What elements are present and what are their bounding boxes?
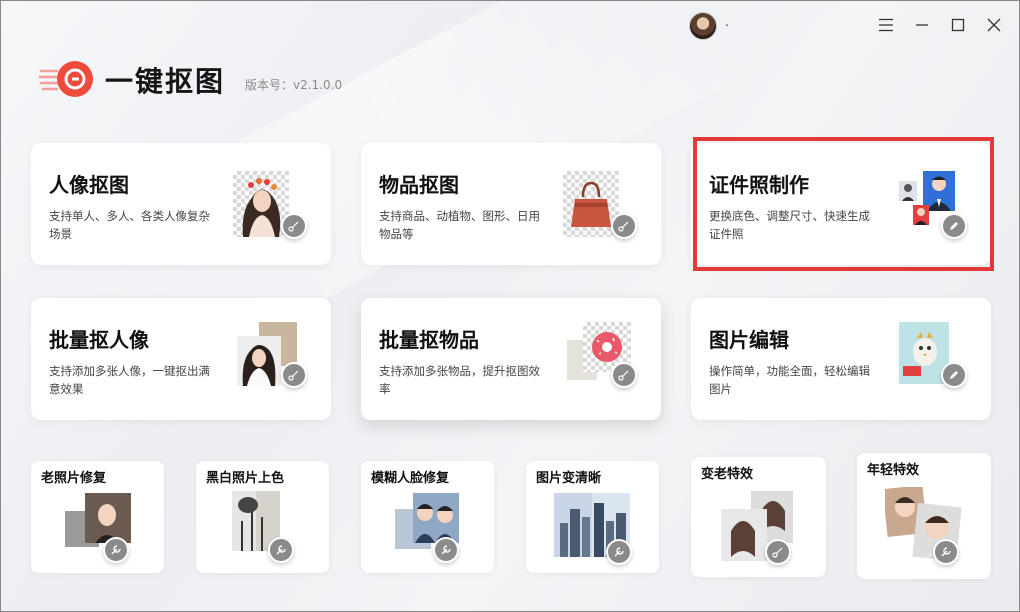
tool-title: 图片变清晰 <box>536 471 602 486</box>
card-desc: 支持商品、动植物、图形、日用物品等 <box>379 209 540 241</box>
edit-badge-icon <box>941 362 967 388</box>
edit-badge-icon <box>941 213 967 239</box>
card-desc: 支持单人、多人、各类人像复杂场景 <box>49 209 210 241</box>
tool-title: 变老特效 <box>701 467 754 482</box>
scissors-badge-icon <box>281 213 307 239</box>
card-title: 证件照制作 <box>709 173 809 197</box>
tool-face-repair[interactable]: 模糊人脸修复 <box>361 461 494 573</box>
menu-button[interactable] <box>871 11 901 39</box>
card-title: 物品抠图 <box>379 173 459 197</box>
app-title: 一键抠图 <box>105 65 226 98</box>
tool-enhance-clarity[interactable]: 图片变清晰 <box>526 461 659 573</box>
tool-youth-effect[interactable]: 年轻特效 <box>857 453 991 579</box>
minimize-icon <box>916 24 928 26</box>
card-batch-portrait[interactable]: 批量抠人像 支持添加多张人像，一键抠出满意效果 <box>31 298 331 420</box>
version-label: 版本号：v2.1.0.0 <box>245 78 343 92</box>
card-portrait-cutout[interactable]: 人像抠图 支持单人、多人、各类人像复杂场景 <box>31 143 331 265</box>
card-desc: 支持添加多张物品，提升抠图效率 <box>379 364 540 396</box>
maximize-icon <box>951 18 965 32</box>
card-title: 图片编辑 <box>709 328 789 352</box>
scissors-badge-icon <box>281 362 307 388</box>
card-desc: 更换底色、调整尺寸、快速生成证件照 <box>709 209 870 241</box>
card-desc: 支持添加多张人像，一键抠出满意效果 <box>49 364 210 396</box>
wrench-badge-icon <box>606 539 632 565</box>
close-button[interactable] <box>979 11 1009 39</box>
scissors-badge-icon <box>611 213 637 239</box>
wrench-badge-icon <box>933 539 959 565</box>
tool-title: 模糊人脸修复 <box>371 471 450 486</box>
card-desc: 操作简单，功能全面，轻松编辑图片 <box>709 364 870 396</box>
card-title: 人像抠图 <box>49 173 129 197</box>
tool-title: 老照片修复 <box>41 471 107 486</box>
wrench-badge-icon <box>268 537 294 563</box>
card-batch-object[interactable]: 批量抠物品 支持添加多张物品，提升抠图效率 <box>361 298 661 420</box>
card-id-photo[interactable]: 证件照制作 更换底色、调整尺寸、快速生成证件照 <box>691 143 991 265</box>
close-icon <box>987 18 1001 32</box>
maximize-button[interactable] <box>943 11 973 39</box>
user-avatar[interactable] <box>689 12 717 40</box>
scissors-badge-icon <box>765 539 791 565</box>
tool-title: 年轻特效 <box>867 463 920 478</box>
wrench-badge-icon <box>103 537 129 563</box>
tool-title: 黑白照片上色 <box>206 471 285 486</box>
app-window: . 一键抠图 版本号：v2.1.0.0 人像抠图 支持单人、多人、各类人像复杂场… <box>0 0 1020 612</box>
tool-aging-effect[interactable]: 变老特效 <box>691 457 826 577</box>
tool-colorize[interactable]: 黑白照片上色 <box>196 461 329 573</box>
app-logo-icon <box>39 61 93 97</box>
card-object-cutout[interactable]: 物品抠图 支持商品、动植物、图形、日用物品等 <box>361 143 661 265</box>
menu-icon <box>879 18 893 32</box>
card-title: 批量抠物品 <box>379 328 479 352</box>
username[interactable]: . <box>725 15 729 29</box>
tool-old-photo-repair[interactable]: 老照片修复 <box>31 461 164 573</box>
scissors-badge-icon <box>611 362 637 388</box>
wrench-badge-icon <box>433 537 459 563</box>
minimize-button[interactable] <box>907 11 937 39</box>
card-image-edit[interactable]: 图片编辑 操作简单，功能全面，轻松编辑图片 <box>691 298 991 420</box>
card-title: 批量抠人像 <box>49 328 149 352</box>
